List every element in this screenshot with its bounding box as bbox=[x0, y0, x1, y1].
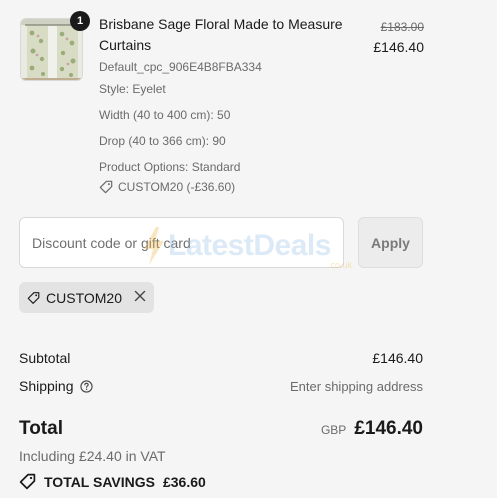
apply-button[interactable]: Apply bbox=[358, 217, 423, 268]
applied-code-label: CUSTOM20 bbox=[46, 289, 122, 306]
line-item-prices: £183.00 £146.40 bbox=[373, 20, 424, 55]
original-price: £183.00 bbox=[380, 20, 424, 34]
total-savings: TOTAL SAVINGS £36.60 bbox=[19, 473, 206, 490]
shipping-label-wrap: Shipping bbox=[19, 378, 93, 394]
discount-row: Apply bbox=[19, 217, 423, 268]
subtotal-value: £146.40 bbox=[372, 350, 423, 366]
line-discount-text: CUSTOM20 (-£36.60) bbox=[118, 180, 236, 194]
discount-code-input[interactable] bbox=[19, 217, 344, 268]
subtotal-row: Subtotal £146.40 bbox=[19, 350, 423, 366]
tag-icon bbox=[27, 291, 40, 304]
savings-label: TOTAL SAVINGS bbox=[44, 473, 155, 490]
savings-value: £36.60 bbox=[162, 473, 206, 490]
tag-icon bbox=[99, 180, 113, 194]
close-icon bbox=[134, 290, 146, 302]
line-discount: CUSTOM20 (-£36.60) bbox=[99, 180, 349, 194]
total-amount-wrap: GBP £146.40 bbox=[321, 418, 423, 440]
line-item-info: Brisbane Sage Floral Made to Measure Cur… bbox=[99, 14, 349, 194]
subtotal-label: Subtotal bbox=[19, 350, 71, 366]
current-price: £146.40 bbox=[373, 39, 424, 55]
product-title: Brisbane Sage Floral Made to Measure Cur… bbox=[99, 16, 343, 53]
product-thumbnail-wrap: 1 bbox=[20, 11, 90, 81]
tag-icon bbox=[19, 473, 36, 490]
shipping-row: Shipping Enter shipping address bbox=[19, 378, 423, 394]
product-sku: Default_cpc_906E4B8FBA334 bbox=[99, 60, 262, 74]
product-width: Width (40 to 400 cm): 50 bbox=[99, 108, 231, 122]
applied-discount-tag: CUSTOM20 bbox=[19, 282, 154, 313]
product-options: Product Options: Standard bbox=[99, 160, 241, 174]
product-drop: Drop (40 to 366 cm): 90 bbox=[99, 134, 226, 148]
vat-note: Including £24.40 in VAT bbox=[19, 448, 166, 464]
product-style: Style: Eyelet bbox=[99, 82, 166, 96]
currency-code: GBP bbox=[320, 423, 347, 437]
remove-discount-button[interactable] bbox=[134, 290, 146, 305]
shipping-label: Shipping bbox=[19, 378, 74, 394]
total-value: £146.40 bbox=[354, 418, 423, 439]
quantity-badge: 1 bbox=[70, 11, 90, 31]
total-row: Total GBP £146.40 bbox=[19, 418, 423, 440]
shipping-value: Enter shipping address bbox=[290, 378, 423, 394]
total-label: Total bbox=[19, 418, 63, 439]
help-icon[interactable] bbox=[79, 379, 93, 393]
